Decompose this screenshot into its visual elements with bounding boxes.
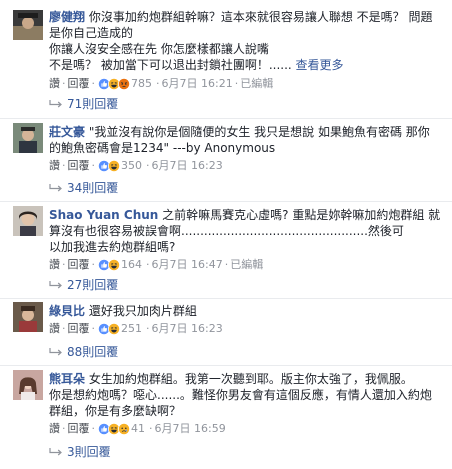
like-button[interactable]: 讚 [49, 422, 60, 436]
reply-button[interactable]: 回覆 [68, 322, 90, 336]
edited-label[interactable]: 已編輯 [240, 77, 273, 91]
reaction-count: 164 [121, 258, 142, 271]
haha-reaction-icon [108, 259, 120, 271]
comment-text: 群組，你是有多麼缺啊？ [49, 404, 182, 418]
reply-button[interactable]: 回覆 [68, 77, 90, 91]
comment-actions: 讚 · 回覆 · 251 · 6月7日 16:23 [49, 322, 223, 336]
comment-text: 算沒有也很容易被誤會啊.............................… [49, 224, 404, 238]
comment-actions: 讚 · 回覆 · 164 · 6月7日 16:47 · 已編輯 [49, 258, 264, 272]
avatar[interactable] [13, 370, 43, 400]
comment-author[interactable]: 莊文豪 [49, 125, 85, 139]
comment-text: 是你自己造成的 [49, 26, 134, 40]
replies-count: 88則回覆 [67, 345, 119, 359]
avatar[interactable] [13, 10, 43, 40]
divider [0, 365, 452, 366]
like-button[interactable]: 讚 [49, 159, 60, 173]
comment-actions: 讚 · 回覆 · 41 · 6月7日 16:59 [49, 422, 226, 436]
comment-text: "我並沒有說你是個隨便的女生 我只是想說 如果鮑魚有密碼 那你 [88, 125, 430, 139]
timestamp[interactable]: 6月7日 16:59 [155, 422, 226, 436]
like-button[interactable]: 讚 [49, 322, 60, 336]
haha-reaction-icon [108, 323, 120, 335]
reaction-count: 785 [131, 77, 152, 90]
timestamp[interactable]: 6月7日 16:21 [162, 77, 233, 91]
comment-text: 以加我進去約炮群組嗎? [49, 240, 176, 254]
comment-actions: 讚 · 回覆 · 350 · 6月7日 16:23 [49, 159, 223, 173]
comment-body: 廖健翔 你沒事加約炮群組幹嘛？這本來就很容易讓人聯想 不是嗎？ 問題 是你自己造… [49, 9, 447, 73]
view-replies-link[interactable]: 88則回覆 [49, 344, 118, 360]
comment-body: 綠貝比 還好我只加肉片群組 [49, 303, 447, 319]
reply-button[interactable]: 回覆 [68, 159, 90, 173]
view-replies-link[interactable]: 34則回覆 [49, 180, 118, 196]
comment-author[interactable]: 綠貝比 [49, 304, 85, 318]
haha-reaction-icon [108, 160, 120, 172]
comment-body: 莊文豪 "我並沒有說你是個隨便的女生 我只是想說 如果鮑魚有密碼 那你 的鮑魚密… [49, 124, 447, 156]
replies-count: 27則回覆 [67, 278, 119, 292]
angry-reaction-icon [118, 78, 130, 90]
reactions[interactable]: 164 [98, 258, 142, 272]
comment-text: 你沒事加約炮群組幹嘛？這本來就很容易讓人聯想 不是嗎？ 問題 [88, 10, 433, 24]
comment-text: 你讓人沒安全感在先 你怎麼樣都讓人說嘴 [49, 42, 269, 56]
reply-button[interactable]: 回覆 [68, 258, 90, 272]
reaction-count: 41 [131, 422, 145, 435]
comment-text: 的鮑魚密碼會是1234" ---by Anonymous [49, 141, 276, 155]
comment-author[interactable]: Shao Yuan Chun [49, 208, 158, 222]
view-replies-link[interactable]: 71則回覆 [49, 96, 118, 112]
like-button[interactable]: 讚 [49, 258, 60, 272]
avatar[interactable] [13, 123, 43, 153]
edited-label[interactable]: 已編輯 [230, 258, 263, 272]
see-more-link[interactable]: 查看更多 [296, 58, 344, 72]
timestamp[interactable]: 6月7日 16:23 [152, 322, 223, 336]
reply-arrow-icon [49, 183, 63, 193]
avatar[interactable] [13, 302, 43, 332]
like-button[interactable]: 讚 [49, 77, 60, 91]
comment-text: 還好我只加肉片群組 [88, 304, 197, 318]
reaction-count: 350 [121, 159, 142, 172]
timestamp[interactable]: 6月7日 16:23 [152, 159, 223, 173]
reply-arrow-icon [49, 347, 63, 357]
replies-count: 3則回覆 [67, 445, 111, 459]
comment-text: 女生加約炮群組。我第一次聽到耶。版主你太強了，我佩服。 [88, 372, 413, 386]
reply-arrow-icon [49, 99, 63, 109]
timestamp[interactable]: 6月7日 16:47 [152, 258, 223, 272]
divider [0, 298, 452, 299]
avatar[interactable] [13, 206, 43, 236]
reactions[interactable]: 350 [98, 159, 142, 173]
replies-count: 34則回覆 [67, 181, 119, 195]
divider [0, 201, 452, 202]
comment-text: 你是想約炮嗎？噁心......。難怪你男友會有這個反應，有情人還加入約炮 [49, 388, 432, 402]
reactions[interactable]: 785 [98, 77, 152, 91]
reactions[interactable]: 41 [98, 422, 145, 436]
sad-reaction-icon [118, 423, 130, 435]
divider [0, 118, 452, 119]
reply-arrow-icon [49, 447, 63, 457]
comment-actions: 讚 · 回覆 · 785 · 6月7日 16:21 · 已編輯 [49, 77, 274, 91]
comment-author[interactable]: 熊耳朵 [49, 372, 85, 386]
view-replies-link[interactable]: 27則回覆 [49, 277, 118, 293]
view-replies-link[interactable]: 3則回覆 [49, 444, 111, 460]
reaction-count: 251 [121, 322, 142, 335]
comment-body: Shao Yuan Chun 之前幹嘛馬賽克心虛嗎? 重點是妳幹嘛加約炮群組 就… [49, 207, 447, 255]
comment-author[interactable]: 廖健翔 [49, 10, 85, 24]
reply-arrow-icon [49, 280, 63, 290]
comment-body: 熊耳朵 女生加約炮群組。我第一次聽到耶。版主你太強了，我佩服。 你是想約炮嗎？噁… [49, 371, 447, 419]
replies-count: 71則回覆 [67, 97, 119, 111]
comment-text: 不是嗎？ 被加當下可以退出封鎖社團啊！...... [49, 58, 292, 72]
reply-button[interactable]: 回覆 [68, 422, 90, 436]
comment-text: 之前幹嘛馬賽克心虛嗎? 重點是妳幹嘛加約炮群組 就 [162, 208, 441, 222]
reactions[interactable]: 251 [98, 322, 142, 336]
